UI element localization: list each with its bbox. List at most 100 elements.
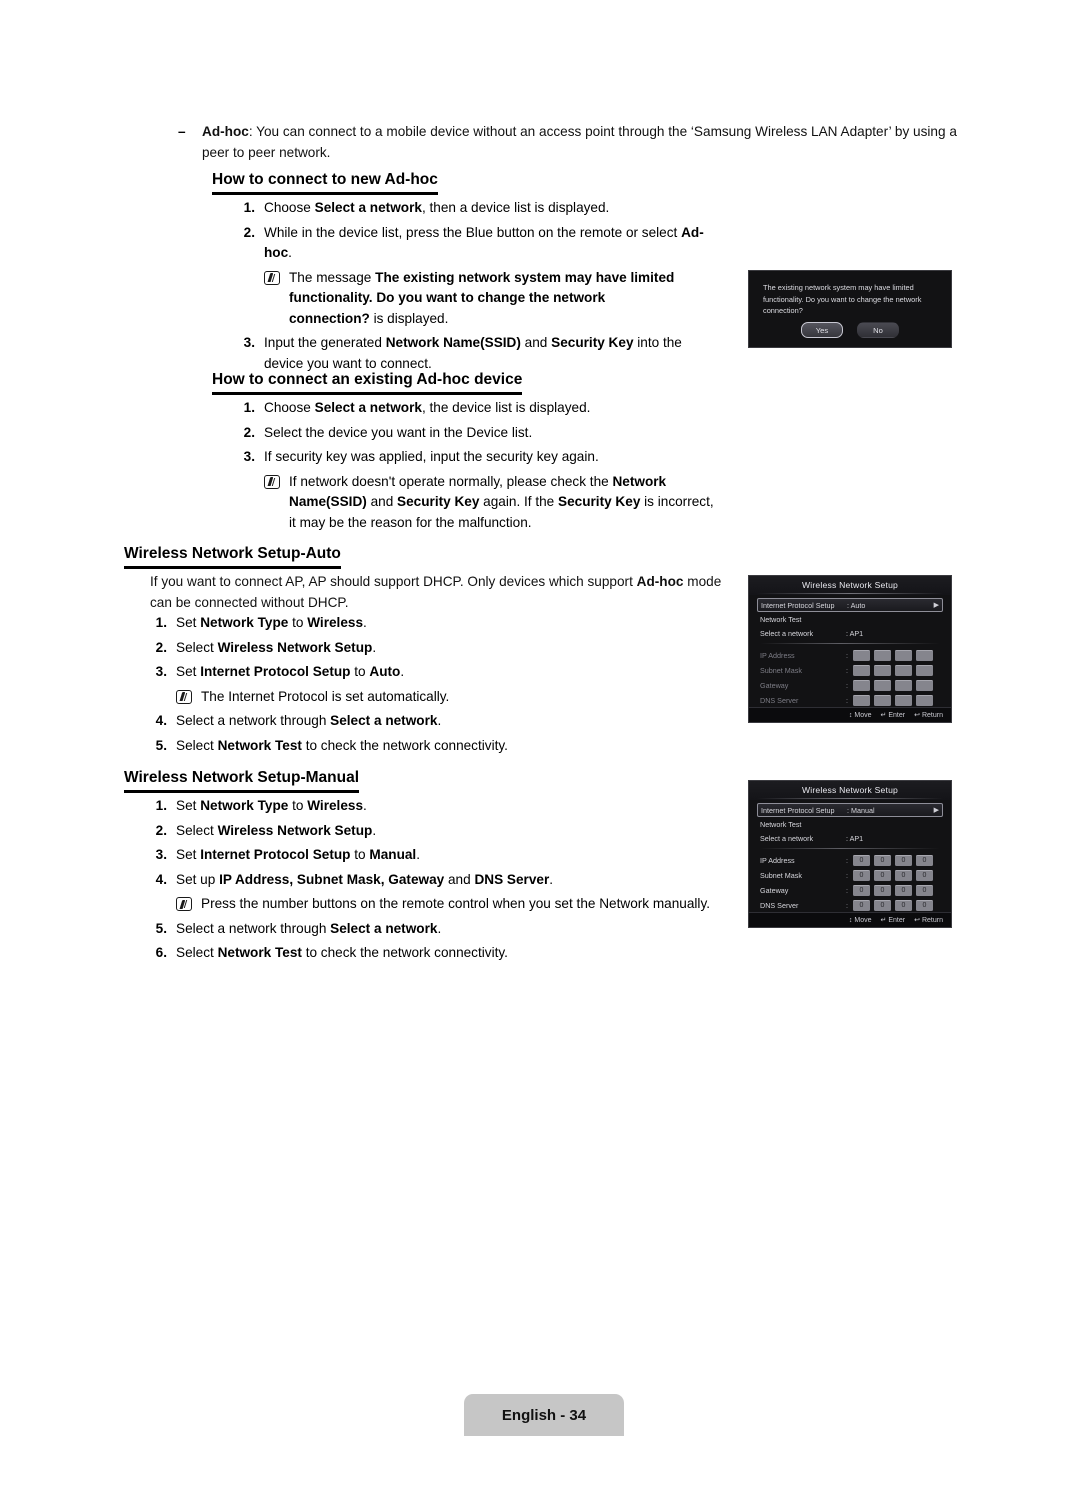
osd-row-select-a-network[interactable]: Select a network : AP1 (757, 626, 943, 640)
value-box[interactable]: 0 (895, 855, 912, 866)
list-text: Set Network Type to Wireless. (176, 796, 750, 817)
value-box[interactable]: 0 (916, 870, 933, 881)
note-row: The message The existing network system … (264, 268, 678, 330)
hint-return: ↩ Return (914, 711, 943, 719)
page-footer: English - 34 (464, 1394, 624, 1436)
osd-row-subnet-mask[interactable]: Subnet Mask : (757, 663, 943, 678)
value-box[interactable]: 0 (916, 900, 933, 911)
plain-text: and (520, 335, 552, 350)
hint-label: Enter (888, 917, 906, 924)
osd-row-label: Internet Protocol Setup (761, 805, 835, 815)
osd-row-ip-address[interactable]: IP Address : 0000 (757, 853, 943, 868)
emphasis-text: Security Key (397, 494, 480, 509)
osd-row-select-a-network[interactable]: Select a network : AP1 (757, 831, 943, 845)
value-boxes: 0000 (853, 870, 933, 881)
value-box[interactable] (874, 695, 891, 706)
value-box[interactable]: 0 (895, 870, 912, 881)
osd-row-label: Internet Protocol Setup (761, 600, 835, 610)
colon: : (846, 871, 848, 880)
value-box[interactable] (895, 680, 912, 691)
osd-row-subnet-mask[interactable]: Subnet Mask : 0000 (757, 868, 943, 883)
osd-row-label: Subnet Mask (760, 871, 802, 880)
osd-row-network-test[interactable]: Network Test (757, 817, 943, 831)
value-box[interactable]: 0 (874, 900, 891, 911)
plain-text: . (363, 798, 367, 813)
list-text: Set Internet Protocol Setup to Manual. (176, 845, 750, 866)
plain-text: and (366, 494, 398, 509)
dialog-yes-button[interactable]: Yes (801, 322, 843, 338)
value-box[interactable] (874, 680, 891, 691)
osd-row-network-test[interactable]: Network Test (757, 612, 943, 626)
colon: : (846, 901, 848, 910)
value-box[interactable] (895, 665, 912, 676)
hint-label: Return (921, 712, 943, 719)
colon: : (846, 696, 848, 705)
plain-text: . (363, 615, 367, 630)
list-text: Select Wireless Network Setup. (176, 821, 750, 842)
auto-intro-paragraph: If you want to connect AP, AP should sup… (150, 572, 740, 613)
value-boxes (853, 680, 933, 691)
osd-row-ip-address[interactable]: IP Address : (757, 648, 943, 663)
value-box[interactable]: 0 (853, 885, 870, 896)
value-box[interactable] (853, 680, 870, 691)
value-box[interactable] (895, 650, 912, 661)
value-boxes (853, 650, 933, 661)
value-box[interactable]: 0 (874, 870, 891, 881)
plain-text: Press the number buttons on the remote c… (201, 896, 711, 911)
emphasis-text: Select a network (314, 200, 422, 215)
colon: : (846, 651, 848, 660)
bullet-dash: – (178, 124, 186, 139)
value-box[interactable] (916, 695, 933, 706)
colon: : (846, 666, 848, 675)
plain-text: is displayed. (369, 310, 449, 326)
value-box[interactable] (916, 680, 933, 691)
osd-row-gateway[interactable]: Gateway : (757, 678, 943, 693)
list-item: 3. Input the generated Network Name(SSID… (238, 333, 738, 374)
emphasis-text: Wireless Network Setup (217, 822, 373, 838)
value-box[interactable]: 0 (853, 855, 870, 866)
note-text: Press the number buttons on the remote c… (201, 894, 750, 915)
value-box[interactable]: 0 (874, 855, 891, 866)
plain-text: Select the device you want in the Device… (264, 424, 533, 440)
list-text: Set up IP Address, Subnet Mask, Gateway … (176, 870, 750, 891)
plain-text: Set (176, 664, 201, 679)
dialog-no-button[interactable]: No (857, 322, 899, 338)
plain-text: Select a network through (176, 920, 331, 936)
value-box[interactable]: 0 (853, 870, 870, 881)
osd-row-dns-server[interactable]: DNS Server : 0000 (757, 898, 943, 913)
osd-row-label: Subnet Mask (760, 666, 802, 675)
emphasis-text: Internet Protocol Setup (200, 664, 351, 679)
emphasis-text: Wireless (307, 615, 364, 630)
plain-text: , then a device list is displayed. (421, 200, 610, 215)
value-box[interactable] (853, 665, 870, 676)
plain-text: . (400, 664, 405, 679)
list-text: If security key was applied, input the s… (264, 447, 758, 468)
value-box[interactable] (895, 695, 912, 706)
osd-row-label: IP Address (760, 856, 795, 865)
value-box[interactable] (916, 650, 933, 661)
osd-row-gateway[interactable]: Gateway : 0000 (757, 883, 943, 898)
value-box[interactable] (853, 650, 870, 661)
list-item: 3. Set Internet Protocol Setup to Manual… (150, 845, 750, 866)
value-box[interactable]: 0 (916, 855, 933, 866)
value-box[interactable]: 0 (874, 885, 891, 896)
plain-text: and (444, 871, 475, 887)
value-box[interactable]: 0 (853, 900, 870, 911)
osd-confirm-dialog: The existing network system may have lim… (748, 270, 952, 348)
value-box[interactable]: 0 (895, 900, 912, 911)
value-box[interactable] (916, 665, 933, 676)
osd-row-internet-protocol-setup[interactable]: Internet Protocol Setup : Manual ▶ (757, 803, 943, 817)
list-number: 6. (155, 945, 167, 960)
osd-row-value: : Manual (847, 805, 875, 815)
osd-row-dns-server[interactable]: DNS Server : (757, 693, 943, 708)
heading-existing-adhoc: How to connect an existing Ad-hoc device (212, 370, 523, 395)
value-box[interactable] (853, 695, 870, 706)
hint-move: ↕ Move (849, 917, 872, 924)
plain-text: . (416, 847, 420, 862)
value-box[interactable]: 0 (916, 885, 933, 896)
value-box[interactable]: 0 (895, 885, 912, 896)
osd-row-internet-protocol-setup[interactable]: Internet Protocol Setup : Auto ▶ (757, 598, 943, 612)
value-box[interactable] (874, 650, 891, 661)
value-boxes: 0000 (853, 885, 933, 896)
value-box[interactable] (874, 665, 891, 676)
